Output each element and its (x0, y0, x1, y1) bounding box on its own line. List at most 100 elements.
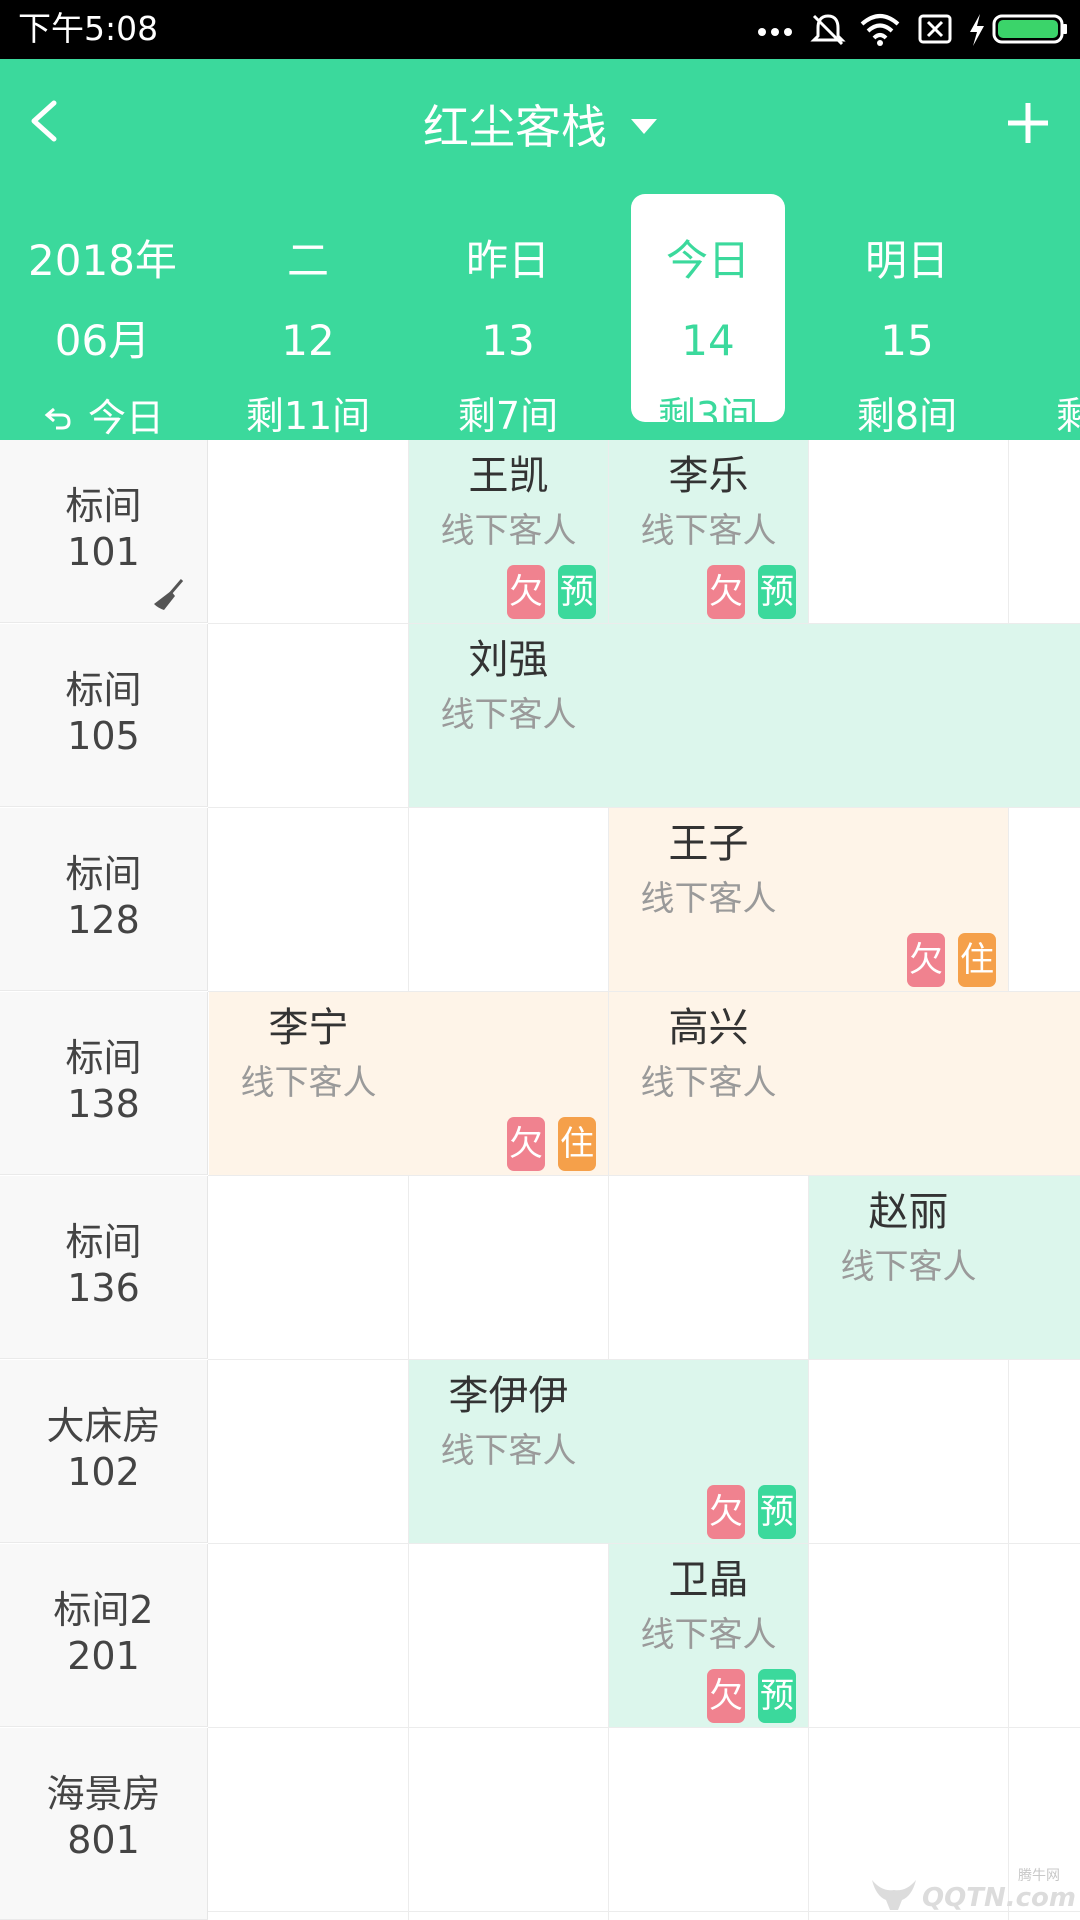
room-number: 101 (67, 530, 140, 574)
guest-source: 线下客人 (440, 695, 577, 735)
sim-x-icon (918, 14, 952, 44)
guest-source: 线下客人 (440, 1431, 577, 1471)
date-day: 15 (880, 316, 934, 365)
room-number: 138 (67, 1082, 140, 1126)
reserved-badge: 预 (758, 565, 796, 619)
room-type: 标间 (65, 1220, 142, 1264)
room-number: 105 (67, 714, 140, 758)
room-type: 标间2 (53, 1588, 154, 1632)
guest-source: 线下客人 (640, 1615, 777, 1655)
room-row-header[interactable]: 标间 136 (0, 1176, 208, 1359)
broom-icon (154, 579, 184, 610)
room-type: 大床房 (46, 1404, 161, 1448)
owe-badge: 欠 (907, 933, 945, 987)
room-row-header[interactable]: 大床房 102 (0, 1360, 208, 1543)
room-number: 136 (67, 1266, 140, 1310)
year-label: 2018年 (28, 236, 177, 285)
guest-source: 线下客人 (640, 511, 777, 551)
guest-name: 王子 (668, 821, 749, 867)
room-row-header[interactable]: 标间2 201 (0, 1544, 208, 1727)
room-type: 标间 (65, 1036, 142, 1080)
booking-block[interactable]: 赵丽 线下客人 (809, 1176, 1080, 1359)
booking-block[interactable]: 李伊伊 线下客人 欠 预 (409, 1360, 808, 1543)
owe-badge: 欠 (707, 1669, 745, 1723)
owe-badge: 欠 (507, 1117, 545, 1171)
checked-in-badge: 住 (558, 1117, 596, 1171)
status-time: 下午5:08 (18, 9, 159, 48)
guest-name: 卫晶 (668, 1557, 749, 1603)
grid-line (208, 1727, 1080, 1728)
owe-badge: 欠 (707, 565, 745, 619)
guest-name: 高兴 (668, 1005, 749, 1051)
booking-block[interactable]: 刘强 线下客人 (409, 624, 1080, 807)
booking-block[interactable]: 王凯 线下客人 欠 预 (409, 440, 608, 623)
month-label: 06月 (54, 316, 151, 365)
booking-block[interactable]: 王子 线下客人 欠 住 (609, 808, 1008, 991)
charging-bolt-icon (970, 14, 984, 46)
room-number: 801 (67, 1818, 140, 1862)
guest-name: 王凯 (468, 453, 549, 499)
owe-badge: 欠 (507, 565, 545, 619)
watermark: 腾牛网 QQTN.com (868, 1868, 1076, 1916)
owe-badge: 欠 (707, 1485, 745, 1539)
guest-source: 线下客人 (840, 1247, 977, 1287)
reserved-badge: 预 (758, 1669, 796, 1723)
status-bar: 下午5:08 (0, 0, 1080, 59)
date-remaining-partial: 剩 (1056, 394, 1080, 438)
plus-icon[interactable] (1006, 101, 1050, 145)
room-number: 128 (67, 898, 140, 942)
date-remaining: 剩3间 (657, 394, 759, 438)
guest-name: 刘强 (468, 637, 549, 683)
booking-block[interactable]: 高兴 线下客人 (609, 992, 1080, 1175)
room-row-header[interactable]: 海景房 801 (0, 1728, 208, 1920)
room-row-header[interactable]: 标间 105 (0, 624, 208, 807)
date-weekday: 今日 (665, 236, 750, 285)
hotel-selector[interactable]: 红尘客栈 (0, 97, 1080, 157)
room-type: 标间 (65, 852, 142, 896)
room-row-header[interactable]: 标间 128 (0, 808, 208, 991)
date-remaining: 剩8间 (856, 394, 958, 438)
return-arrow-icon (44, 407, 71, 430)
app-header: 红尘客栈 2018年 06月 今日 二 12 剩11间 昨日 13 剩7间 今日… (0, 59, 1080, 440)
date-day: 14 (681, 316, 735, 365)
room-type: 标间 (65, 484, 142, 528)
date-weekday: 二 (286, 236, 329, 285)
date-day: 12 (281, 316, 335, 365)
room-row-header[interactable]: 标间 138 (0, 992, 208, 1175)
reserved-badge: 预 (758, 1485, 796, 1539)
more-dots-icon (758, 28, 792, 36)
booking-block[interactable]: 李乐 线下客人 欠 预 (609, 440, 808, 623)
battery-icon (992, 14, 1067, 44)
guest-name: 赵丽 (868, 1189, 949, 1235)
guest-source: 线下客人 (440, 511, 577, 551)
date-remaining: 剩7间 (457, 394, 559, 438)
watermark-main: QQTN.com (922, 1883, 1076, 1913)
page-title: 红尘客栈 (423, 100, 607, 154)
room-row-header[interactable]: 标间 101 (0, 440, 208, 623)
room-type: 标间 (65, 668, 142, 712)
room-type: 海景房 (46, 1772, 161, 1816)
date-column-selected[interactable]: 今日 14 剩3间 (631, 194, 785, 438)
caret-down-icon (631, 119, 657, 134)
wifi-icon (860, 14, 900, 46)
month-picker[interactable]: 2018年 06月 今日 (0, 196, 205, 440)
bull-logo-icon (872, 1880, 916, 1910)
guest-source: 线下客人 (640, 1063, 777, 1103)
reserved-badge: 预 (558, 565, 596, 619)
guest-name: 李宁 (268, 1005, 349, 1051)
guest-source: 线下客人 (240, 1063, 377, 1103)
room-number: 102 (67, 1450, 140, 1494)
mute-icon (810, 14, 846, 46)
checked-in-badge: 住 (958, 933, 996, 987)
booking-block[interactable]: 李宁 线下客人 欠 住 (209, 992, 608, 1175)
date-weekday: 明日 (864, 236, 949, 285)
date-day: 13 (481, 316, 535, 365)
date-weekday: 昨日 (465, 236, 550, 285)
guest-name: 李乐 (668, 453, 749, 499)
today-shortcut-label: 今日 (88, 396, 165, 440)
date-remaining: 剩11间 (245, 394, 371, 438)
room-number: 201 (67, 1634, 140, 1678)
guest-source: 线下客人 (640, 879, 777, 919)
guest-name: 李伊伊 (448, 1373, 569, 1419)
booking-block[interactable]: 卫晶 线下客人 欠 预 (609, 1544, 808, 1727)
